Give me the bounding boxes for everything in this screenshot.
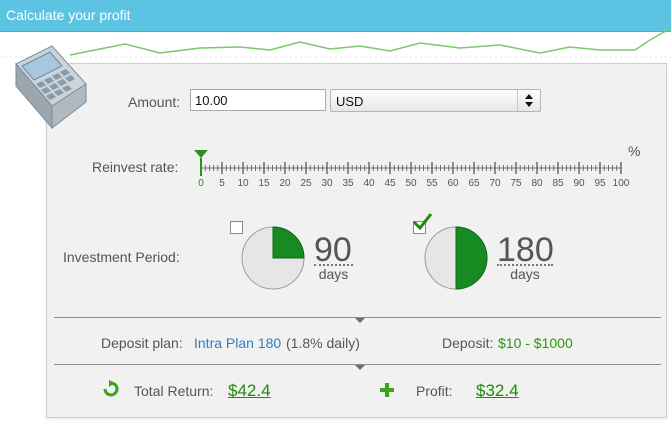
plan-rate: (1.8% daily) — [286, 335, 360, 351]
calculator-icon — [15, 45, 87, 130]
divider-arrow-icon — [355, 318, 365, 323]
amount-input[interactable] — [190, 89, 326, 111]
divider-arrow-icon — [355, 365, 365, 370]
profit-label: Profit: — [416, 383, 453, 399]
pie-slice — [455, 226, 488, 290]
total-return-value: $42.4 — [228, 381, 271, 400]
investment-period-label: Investment Period: — [63, 249, 180, 265]
plus-icon — [380, 383, 394, 397]
pie-slice — [272, 226, 305, 259]
amount-label: Amount: — [128, 94, 181, 110]
reinvest-slider[interactable] — [190, 148, 630, 178]
reinvest-tick-label: 100 — [612, 178, 630, 189]
plan-name-link[interactable]: Intra Plan 180 — [194, 335, 281, 351]
select-arrows-icon — [517, 90, 540, 111]
currency-select[interactable]: USD — [330, 89, 541, 112]
deposit-range: $10 - $1000 — [498, 335, 573, 351]
deposit-plan-label: Deposit plan: — [101, 335, 183, 351]
period-90-unit: days — [314, 264, 353, 282]
decorative-graph — [0, 27, 671, 58]
period-90-pie[interactable] — [240, 225, 306, 291]
period-180-unit: days — [497, 264, 553, 282]
period-180-pie[interactable] — [423, 225, 489, 291]
reinvest-label: Reinvest rate: — [92, 159, 179, 175]
deposit-label: Deposit: — [442, 335, 494, 351]
refresh-icon — [103, 380, 119, 397]
total-return-label: Total Return: — [134, 383, 214, 399]
slider-handle[interactable] — [194, 150, 208, 158]
currency-value: USD — [336, 94, 364, 109]
profit-value: $32.4 — [476, 381, 519, 400]
